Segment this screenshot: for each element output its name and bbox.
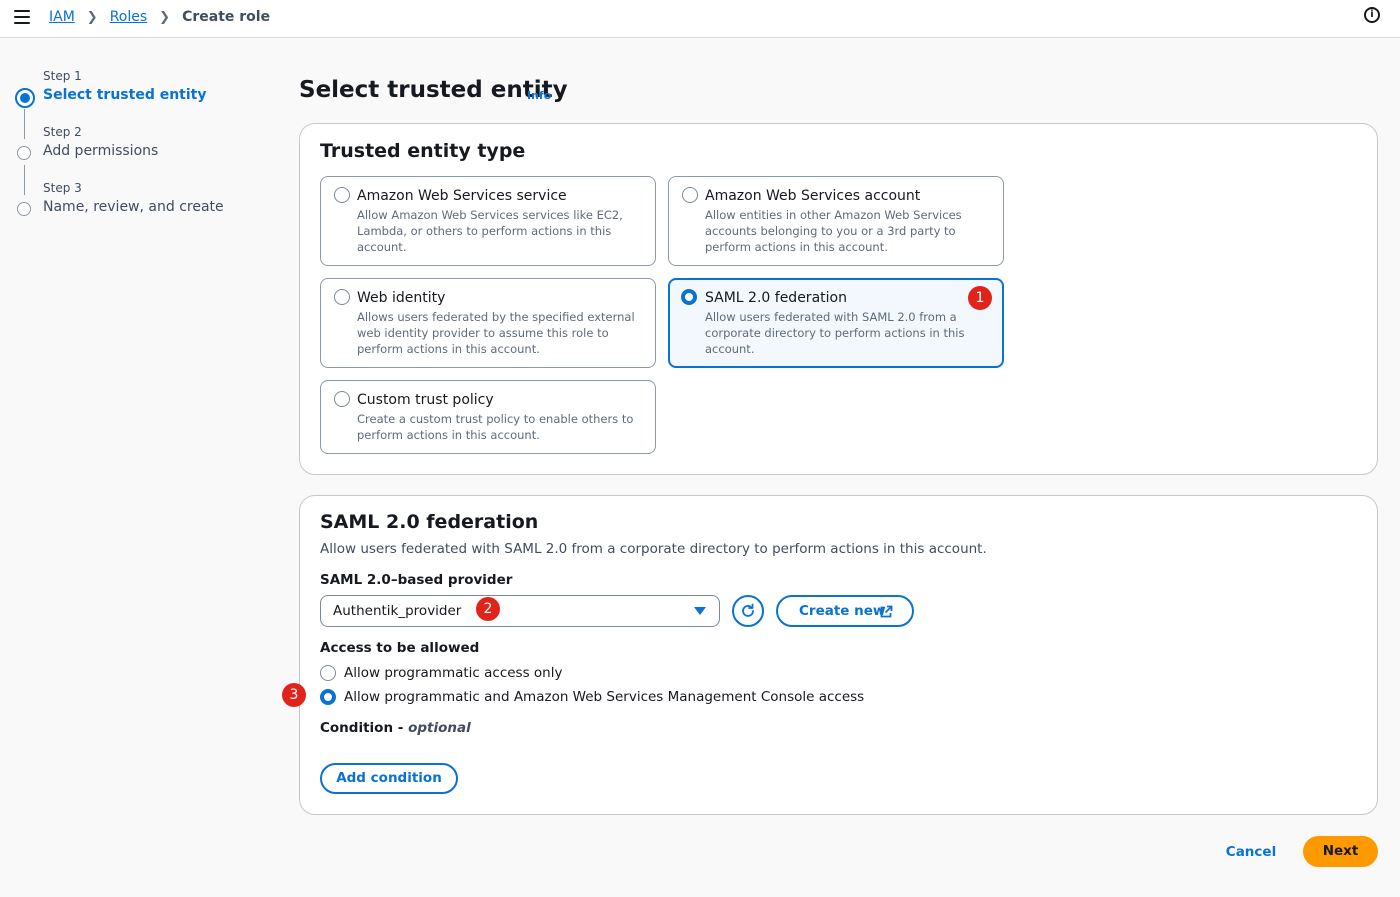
- radio-button[interactable]: [334, 391, 350, 407]
- annotation-badge-3: 3: [282, 683, 306, 707]
- entity-option-custom-trust-policy[interactable]: Custom trust policy Create a custom trus…: [320, 380, 656, 454]
- step-number: Step 1: [43, 69, 82, 83]
- breadcrumb: IAM ❯ Roles ❯ Create role: [49, 9, 270, 25]
- option-description: Create a custom trust policy to enable o…: [357, 412, 634, 442]
- step-number: Step 2: [43, 125, 82, 139]
- saml-federation-panel: SAML 2.0 federation Allow users federate…: [299, 495, 1378, 815]
- refresh-icon: [742, 603, 754, 617]
- option-description: Allows users federated by the specified …: [357, 310, 635, 356]
- step-indicator-icon: [15, 88, 35, 108]
- trusted-entity-panel: Trusted entity type Amazon Web Services …: [299, 123, 1378, 475]
- step-label: Name, review, and create: [43, 199, 224, 215]
- wizard-step-1[interactable]: Step 1 Select trusted entity: [14, 68, 254, 139]
- radio-button-selected[interactable]: [320, 689, 336, 705]
- section-description: Allow users federated with SAML 2.0 from…: [320, 541, 987, 557]
- radio-button[interactable]: [682, 187, 698, 203]
- option-title: Custom trust policy: [357, 392, 494, 408]
- next-button[interactable]: Next: [1303, 836, 1378, 867]
- saml-provider-select[interactable]: Authentik_provider: [320, 595, 720, 627]
- radio-button[interactable]: [320, 665, 336, 681]
- option-description: Allow entities in other Amazon Web Servi…: [705, 208, 962, 254]
- wizard-step-3: Step 3 Name, review, and create: [14, 180, 254, 236]
- option-title: Amazon Web Services account: [705, 188, 921, 204]
- entity-option-saml-federation[interactable]: SAML 2.0 federation Allow users federate…: [668, 278, 1004, 368]
- menu-icon[interactable]: [14, 10, 30, 24]
- radio-button[interactable]: [334, 289, 350, 305]
- provider-label: SAML 2.0–based provider: [320, 572, 513, 588]
- external-link-icon: [880, 605, 893, 618]
- step-label: Select trusted entity: [43, 87, 207, 103]
- annotation-badge-1: 1: [968, 286, 992, 310]
- option-title: SAML 2.0 federation: [705, 290, 847, 306]
- entity-option-aws-account[interactable]: Amazon Web Services account Allow entiti…: [668, 176, 1004, 266]
- breadcrumb-current: Create role: [182, 9, 271, 25]
- info-icon[interactable]: i: [1364, 7, 1380, 23]
- option-title: Amazon Web Services service: [357, 188, 567, 204]
- chevron-right-icon: ❯: [159, 9, 171, 25]
- radio-button[interactable]: [334, 187, 350, 203]
- create-new-button[interactable]: Create new: [776, 595, 914, 627]
- access-option-label: Allow programmatic access only: [344, 665, 563, 681]
- section-heading: SAML 2.0 federation: [320, 511, 539, 533]
- info-link[interactable]: Info: [527, 89, 551, 102]
- step-indicator-icon: [17, 202, 31, 216]
- chevron-right-icon: ❯: [86, 9, 98, 25]
- condition-text: Condition -: [320, 720, 409, 736]
- option-description: Allow users federated with SAML 2.0 from…: [705, 310, 965, 356]
- wizard-steps: Step 1 Select trusted entity Step 2 Add …: [14, 68, 254, 236]
- breadcrumb-roles[interactable]: Roles: [110, 9, 147, 25]
- option-description: Allow Amazon Web Services services like …: [357, 208, 623, 254]
- step-label: Add permissions: [43, 143, 159, 159]
- caret-down-icon: [694, 607, 706, 615]
- step-indicator-icon: [17, 146, 31, 160]
- top-navigation-bar: IAM ❯ Roles ❯ Create role i: [0, 0, 1400, 38]
- condition-label: Condition - optional: [320, 720, 471, 736]
- option-title: Web identity: [357, 290, 446, 306]
- annotation-badge-2: 2: [476, 597, 500, 621]
- wizard-step-2: Step 2 Add permissions: [14, 124, 254, 195]
- access-option-programmatic-and-console[interactable]: Allow programmatic and Amazon Web Servic…: [320, 688, 864, 706]
- step-number: Step 3: [43, 181, 82, 195]
- access-option-programmatic-only[interactable]: Allow programmatic access only: [320, 664, 562, 682]
- selected-provider-value: Authentik_provider: [333, 603, 462, 619]
- breadcrumb-iam[interactable]: IAM: [49, 9, 75, 25]
- section-heading: Trusted entity type: [320, 140, 526, 162]
- entity-option-web-identity[interactable]: Web identity Allows users federated by t…: [320, 278, 656, 368]
- access-option-label: Allow programmatic and Amazon Web Servic…: [344, 689, 865, 705]
- radio-button-selected[interactable]: [681, 289, 697, 305]
- optional-text: optional: [408, 720, 471, 736]
- cancel-button[interactable]: Cancel: [1215, 843, 1287, 861]
- access-label: Access to be allowed: [320, 640, 480, 656]
- create-new-label: Create new: [799, 603, 886, 619]
- add-condition-button[interactable]: Add condition: [320, 763, 458, 794]
- entity-option-aws-service[interactable]: Amazon Web Services service Allow Amazon…: [320, 176, 656, 266]
- refresh-button[interactable]: [732, 595, 764, 627]
